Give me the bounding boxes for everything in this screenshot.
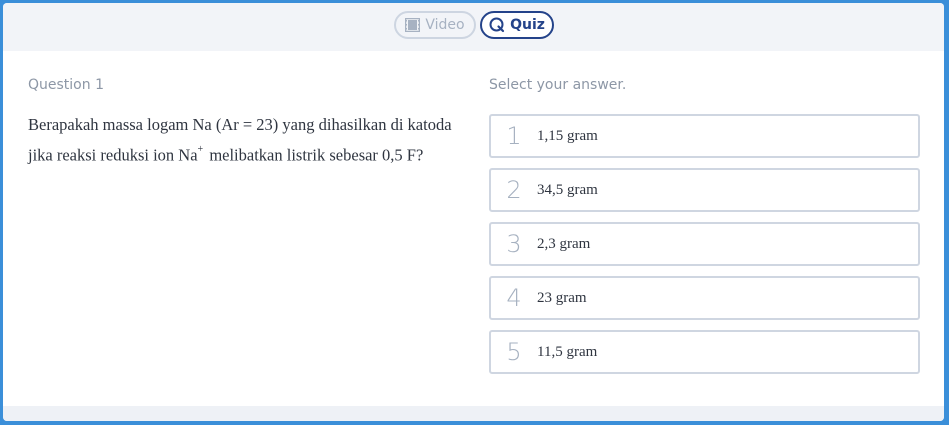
quiz-frame: Video Quiz Question 1 Berapakah massa lo… (3, 3, 944, 421)
quiz-icon (489, 17, 505, 33)
option-number: 1 (506, 122, 522, 150)
option-text: 34,5 gram (537, 181, 598, 198)
option-text: 1,15 gram (537, 127, 598, 144)
answer-options: 1 1,15 gram 2 34,5 gram 3 2,3 gram 4 23 … (489, 114, 920, 384)
option-text: 23 gram (537, 289, 587, 306)
answer-prompt: Select your answer. (489, 77, 627, 93)
question-text-part2: melibatkan listrik sebesar 0,5 F? (205, 145, 424, 165)
answer-option-4[interactable]: 4 23 gram (489, 276, 920, 320)
option-number: 2 (506, 176, 522, 204)
bottom-strip (3, 406, 944, 421)
option-text: 2,3 gram (537, 235, 591, 252)
answer-option-2[interactable]: 2 34,5 gram (489, 168, 920, 212)
tab-video[interactable]: Video (394, 11, 476, 39)
tab-video-label: Video (425, 17, 465, 33)
question-number: Question 1 (28, 77, 104, 93)
option-number: 5 (506, 338, 522, 366)
answer-option-5[interactable]: 5 11,5 gram (489, 330, 920, 374)
question-card: Question 1 Berapakah massa logam Na (Ar … (3, 51, 944, 406)
tab-quiz[interactable]: Quiz (480, 11, 554, 39)
question-text: Berapakah massa logam Na (Ar = 23) yang … (28, 111, 468, 169)
tab-quiz-label: Quiz (510, 17, 545, 33)
answer-option-1[interactable]: 1 1,15 gram (489, 114, 920, 158)
media-toggle-bar: Video Quiz (3, 3, 944, 51)
film-icon (405, 18, 421, 32)
option-number: 3 (506, 230, 522, 258)
option-number: 4 (506, 284, 522, 312)
answer-option-3[interactable]: 3 2,3 gram (489, 222, 920, 266)
question-superscript: + (197, 144, 204, 155)
option-text: 11,5 gram (537, 343, 598, 360)
